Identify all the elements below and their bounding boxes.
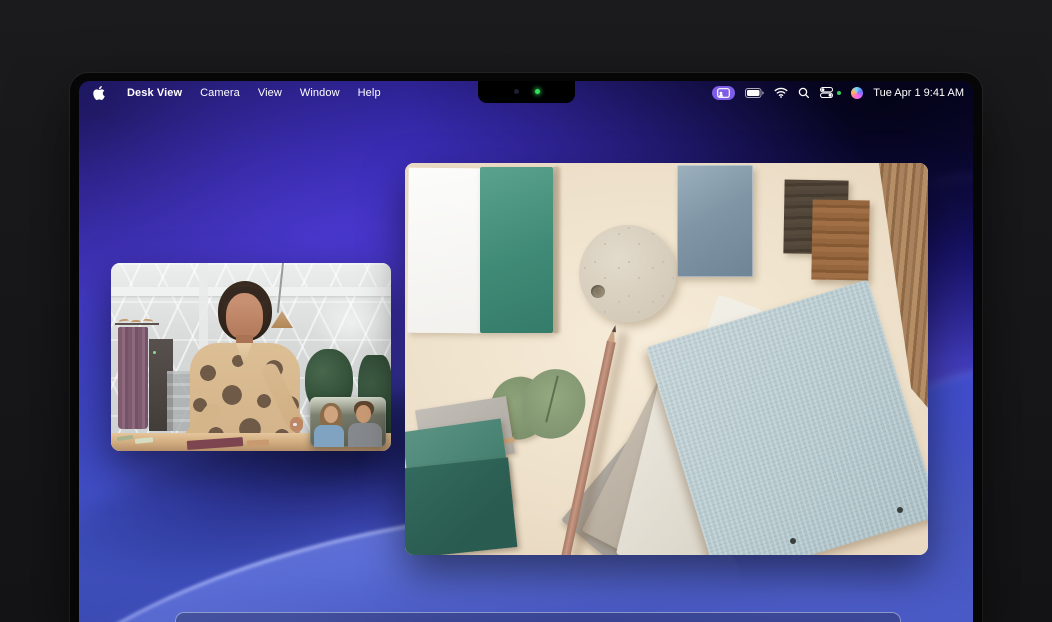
felt-disc-hole (591, 285, 605, 298)
spotlight-search-icon[interactable] (798, 87, 810, 99)
desk-view-window[interactable] (405, 163, 928, 555)
background-window-top-edge[interactable] (175, 612, 901, 622)
control-center-icon[interactable] (820, 87, 833, 98)
camera-notch (478, 81, 575, 103)
menu-bar-clock[interactable]: Tue Apr 1 9:41 AM (873, 87, 964, 99)
presenter-overlay-pill[interactable] (712, 86, 735, 100)
menu-help[interactable]: Help (349, 87, 390, 99)
apple-logo-icon (93, 86, 105, 100)
apple-menu[interactable] (93, 86, 105, 100)
ring (293, 423, 297, 426)
camera-active-dot (837, 91, 841, 95)
face (226, 293, 263, 339)
menu-camera[interactable]: Camera (191, 87, 249, 99)
menu-view[interactable]: View (249, 87, 291, 99)
screen-with-person-icon (717, 88, 730, 98)
hanger (143, 319, 153, 326)
blue-gray-tile-sample (677, 165, 753, 277)
remote-man-face (356, 405, 371, 423)
felt-disc-sample (579, 225, 676, 322)
presenter-woman (186, 277, 308, 451)
remote-woman-body (314, 425, 344, 447)
remote-man-body (348, 423, 382, 447)
desk-swatch (247, 439, 269, 446)
window-light (311, 293, 391, 353)
camera-indicator-light (535, 89, 540, 94)
macbook-display-bezel: Desk View Camera View Window Help (70, 73, 982, 622)
hanging-garment (118, 327, 148, 429)
camera-lens (514, 89, 519, 94)
battery-icon[interactable] (745, 88, 764, 98)
cabinet-light (153, 351, 156, 354)
participants-pip-thumbnail[interactable] (310, 397, 386, 447)
fabric-snap-button (790, 538, 796, 544)
menu-bar-left: Desk View Camera View Window Help (79, 86, 390, 100)
fabric-snap-button (897, 507, 903, 513)
macos-desktop: Desk View Camera View Window Help (79, 81, 973, 622)
marketing-backdrop: Desk View Camera View Window Help (0, 0, 1052, 622)
wifi-icon[interactable] (774, 87, 788, 98)
hanger (131, 320, 141, 326)
remote-woman-face (324, 406, 338, 423)
board-edge (553, 167, 558, 333)
brown-wood-sample (811, 200, 869, 281)
menu-desk-view[interactable]: Desk View (118, 87, 191, 99)
white-tile-sample (407, 168, 481, 334)
menu-window[interactable]: Window (291, 87, 349, 99)
dark-teal-square-tile (405, 457, 517, 555)
teal-tile-sample (480, 167, 553, 333)
menu-bar-status: Tue Apr 1 9:41 AM (712, 86, 973, 100)
siri-icon[interactable] (851, 87, 863, 99)
facetime-call-window[interactable] (111, 263, 391, 451)
